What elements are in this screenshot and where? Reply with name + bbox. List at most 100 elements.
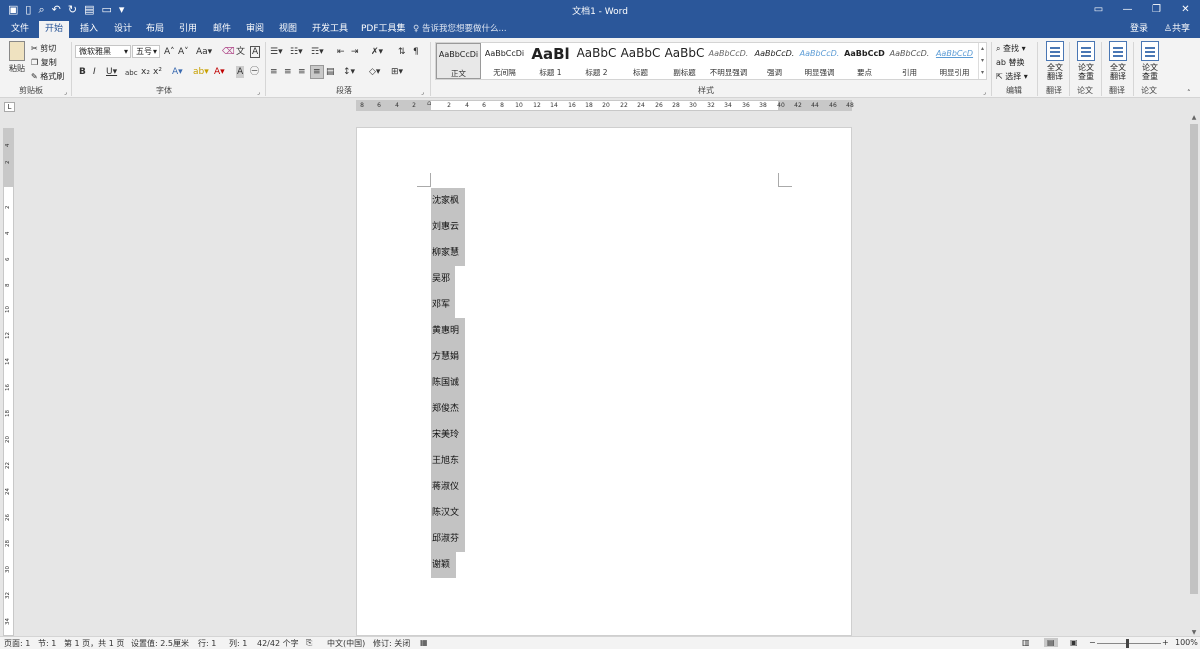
subscript-icon[interactable]: x₂ — [141, 66, 150, 78]
style-normal[interactable]: AaBbCcDi 正文 — [436, 43, 481, 79]
style-heading-1[interactable]: AaBl 标题 1 — [528, 43, 573, 79]
style-intense-emphasis[interactable]: AaBbCcD. 明显强调 — [797, 43, 842, 79]
scroll-down-icon[interactable]: ▼ — [1188, 629, 1200, 636]
name-line[interactable]: 沈家枫 — [431, 188, 465, 214]
web-layout-icon[interactable]: ▣ — [1070, 638, 1078, 647]
full-translate-button-2[interactable]: 全文 翻译 — [1103, 41, 1133, 81]
font-name-combo[interactable]: 微软雅黑 ▾ — [75, 45, 131, 58]
status-column[interactable]: 列: 1 — [229, 638, 247, 649]
tell-me-box[interactable]: ♀ 告诉我您想要做什么... — [413, 21, 507, 38]
paper-check-button-1[interactable]: 论文 查重 — [1071, 41, 1101, 81]
phonetic-guide-icon[interactable]: 文 — [236, 46, 245, 58]
numbering-icon[interactable]: ☷▾ — [290, 46, 303, 58]
style-subtle-emphasis[interactable]: AaBbCcD. 不明显强调 — [706, 43, 751, 79]
increase-indent-icon[interactable]: ⇥ — [351, 46, 359, 58]
name-line[interactable]: 邱淑芬 — [431, 526, 465, 552]
name-line[interactable]: 邓军 — [431, 292, 455, 318]
tab-developer[interactable]: 开发工具 — [306, 21, 354, 38]
full-translate-button-1[interactable]: 全文 翻译 — [1040, 41, 1070, 81]
tab-file[interactable]: 文件 — [5, 21, 35, 38]
multilevel-list-icon[interactable]: ☶▾ — [311, 46, 324, 58]
name-line[interactable]: 宋美玲 — [431, 422, 465, 448]
tab-review[interactable]: 审阅 — [240, 21, 270, 38]
style-intense-quote[interactable]: AaBbCcD 明显引用 — [932, 43, 977, 79]
share-button[interactable]: ♙共享 — [1164, 21, 1190, 38]
find-button[interactable]: ⌕ 查找 ▾ — [996, 43, 1026, 54]
paper-check-button-2[interactable]: 论文 查重 — [1135, 41, 1165, 81]
status-section[interactable]: 节: 1 — [38, 638, 56, 649]
cut-button[interactable]: ✂ 剪切 — [31, 43, 56, 54]
borders-icon[interactable]: ⊞▾ — [391, 66, 403, 78]
tab-home[interactable]: 开始 — [39, 21, 70, 38]
style-subtitle[interactable]: AaBbC 副标题 — [662, 43, 707, 79]
font-size-combo[interactable]: 五号 ▾ — [132, 45, 160, 58]
status-words[interactable]: 42/42 个字 — [257, 638, 299, 649]
align-left-icon[interactable]: ≡ — [270, 66, 278, 78]
style-emphasis[interactable]: AaBbCcD. 强调 — [752, 43, 797, 79]
name-line[interactable]: 吴邪 — [431, 266, 455, 292]
style-heading-2[interactable]: AaBbC 标题 2 — [574, 43, 619, 79]
zoom-in-icon[interactable]: + — [1162, 638, 1169, 647]
name-line[interactable]: 黄惠明 — [431, 318, 465, 344]
name-line[interactable]: 郑俊杰 — [431, 396, 465, 422]
status-setting[interactable]: 设置值: 2.5厘米 — [131, 638, 189, 649]
select-button[interactable]: ⇱ 选择 ▾ — [996, 71, 1028, 82]
text-effects-icon[interactable]: A▾ — [172, 66, 183, 78]
login-link[interactable]: 登录 — [1130, 21, 1148, 38]
zoom-slider[interactable] — [1097, 643, 1161, 644]
grow-font-icon[interactable]: A˄ — [164, 46, 175, 58]
distributed-icon[interactable]: ▤ — [326, 66, 335, 78]
align-center-icon[interactable]: ≡ — [284, 66, 292, 78]
bullets-icon[interactable]: ☰▾ — [270, 46, 283, 58]
indent-marker-icon[interactable]: ⌂ — [427, 99, 431, 107]
tab-view[interactable]: 视图 — [273, 21, 303, 38]
clear-formatting-icon[interactable]: ⌫ — [222, 46, 235, 58]
name-line[interactable]: 方慧娟 — [431, 344, 465, 370]
bold-icon[interactable]: B — [79, 66, 86, 78]
name-line[interactable]: 谢颖 — [431, 552, 456, 578]
zoom-out-icon[interactable]: − — [1089, 638, 1096, 647]
minimize-icon[interactable]: — — [1113, 0, 1142, 21]
strikethrough-icon[interactable]: abc — [125, 67, 138, 79]
scrollbar-thumb[interactable] — [1190, 124, 1198, 594]
superscript-icon[interactable]: x² — [153, 66, 162, 78]
sort-icon[interactable]: ⇅ — [398, 46, 406, 58]
style-strong[interactable]: AaBbCcD 要点 — [842, 43, 887, 79]
copy-button[interactable]: ❐ 复制 — [31, 57, 57, 68]
replace-button[interactable]: ab 替换 — [996, 57, 1025, 68]
status-page[interactable]: 页面: 1 — [4, 638, 30, 649]
restore-icon[interactable]: ❐ — [1142, 0, 1171, 21]
ribbon-display-icon[interactable]: ▭ — [1084, 0, 1113, 21]
status-line[interactable]: 行: 1 — [198, 638, 216, 649]
tab-layout[interactable]: 布局 — [140, 21, 170, 38]
status-page-of[interactable]: 第 1 页，共 1 页 — [64, 638, 124, 649]
read-mode-icon[interactable]: ▥ — [1022, 638, 1030, 647]
status-track[interactable]: 修订: 关闭 — [373, 638, 410, 649]
chinese-layout-icon[interactable]: ✗▾ — [371, 46, 383, 58]
name-line[interactable]: 柳家慧 — [431, 240, 465, 266]
tab-pdf-tools[interactable]: PDF工具集 — [355, 21, 412, 38]
zoom-slider-thumb[interactable] — [1126, 639, 1129, 648]
align-right-icon[interactable]: ≡ — [298, 66, 306, 78]
underline-icon[interactable]: U▾ — [106, 66, 117, 78]
vertical-ruler[interactable]: 4 2 2 4 6 8 10 12 14 16 18 20 22 24 26 28 30 32 34 — [3, 128, 14, 636]
highlight-icon[interactable]: ab▾ — [193, 66, 209, 78]
character-border-icon[interactable]: A — [250, 46, 261, 58]
shading-icon[interactable]: ◇▾ — [369, 66, 380, 78]
close-icon[interactable]: ✕ — [1171, 0, 1200, 21]
decrease-indent-icon[interactable]: ⇤ — [337, 46, 345, 58]
line-spacing-icon[interactable]: ↕▾ — [343, 66, 355, 78]
format-painter-button[interactable]: ✎ 格式刷 — [31, 71, 64, 82]
style-quote[interactable]: AaBbCcD. 引用 — [887, 43, 932, 79]
tab-references[interactable]: 引用 — [173, 21, 203, 38]
tab-design[interactable]: 设计 — [108, 21, 138, 38]
tab-selector-icon[interactable]: L — [4, 102, 15, 112]
status-language[interactable]: 中文(中国) — [327, 638, 365, 649]
name-line[interactable]: 蒋淑仪 — [431, 474, 465, 500]
justify-icon[interactable]: ≡ — [310, 65, 324, 79]
proofing-icon[interactable]: ⎘ — [306, 638, 312, 648]
name-line[interactable]: 刘惠云 — [431, 214, 465, 240]
styles-scroll[interactable]: ▴ ▾ ▾ — [978, 43, 986, 79]
name-line[interactable]: 王旭东 — [431, 448, 465, 474]
tab-mailings[interactable]: 邮件 — [207, 21, 237, 38]
